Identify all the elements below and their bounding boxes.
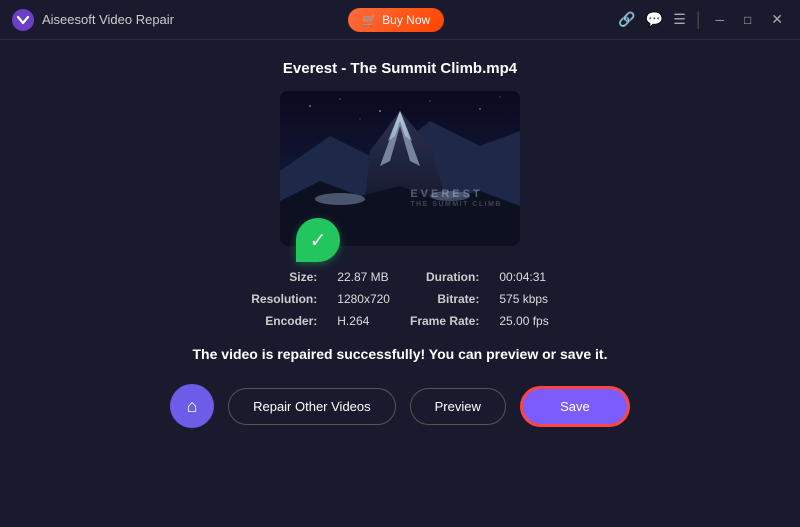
bitrate-value: 575 kbps xyxy=(499,292,548,306)
video-watermark: EVEREST THE SUMMIT CLIMB xyxy=(410,188,502,208)
framerate-value: 25.00 fps xyxy=(499,314,548,328)
menu-icon[interactable]: ☰ xyxy=(673,11,686,28)
titlebar-left: Aiseesoft Video Repair xyxy=(12,9,174,31)
repair-other-button[interactable]: Repair Other Videos xyxy=(228,388,396,425)
titlebar-center: 🛒 Buy Now xyxy=(348,8,444,32)
save-button[interactable]: Save xyxy=(520,386,630,427)
minimize-button[interactable]: ─ xyxy=(711,11,730,29)
size-value: 22.87 MB xyxy=(337,270,390,284)
home-button[interactable]: ⌂ xyxy=(170,384,214,428)
buy-now-label: Buy Now xyxy=(382,13,430,27)
resolution-label: Resolution: xyxy=(251,292,317,306)
chat-icon[interactable]: 💬 xyxy=(646,11,663,28)
encoder-value: H.264 xyxy=(337,314,390,328)
success-check-badge: ✓ xyxy=(296,218,340,262)
video-title: Everest - The Summit Climb.mp4 xyxy=(283,60,517,77)
link-icon[interactable]: 🔗 xyxy=(618,11,635,28)
cart-icon: 🛒 xyxy=(362,13,377,27)
app-logo xyxy=(12,9,34,31)
close-button[interactable]: ✕ xyxy=(766,9,788,30)
preview-button[interactable]: Preview xyxy=(410,388,506,425)
resolution-value: 1280x720 xyxy=(337,292,390,306)
duration-value: 00:04:31 xyxy=(499,270,548,284)
bitrate-label: Bitrate: xyxy=(410,292,479,306)
separator: | xyxy=(696,9,701,30)
duration-label: Duration: xyxy=(410,270,479,284)
action-bar: ⌂ Repair Other Videos Preview Save xyxy=(170,384,630,428)
video-info-grid: Size: 22.87 MB Duration: 00:04:31 Resolu… xyxy=(251,270,548,328)
maximize-button[interactable]: □ xyxy=(739,11,756,29)
size-label: Size: xyxy=(251,270,317,284)
video-thumbnail-container: EVEREST THE SUMMIT CLIMB ✓ xyxy=(280,91,520,246)
home-icon: ⌂ xyxy=(187,396,198,417)
titlebar: Aiseesoft Video Repair 🛒 Buy Now 🔗 💬 ☰ |… xyxy=(0,0,800,40)
buy-now-button[interactable]: 🛒 Buy Now xyxy=(348,8,444,32)
main-content: Everest - The Summit Climb.mp4 xyxy=(0,40,800,527)
framerate-label: Frame Rate: xyxy=(410,314,479,328)
titlebar-right: 🔗 💬 ☰ | ─ □ ✕ xyxy=(618,9,788,30)
encoder-label: Encoder: xyxy=(251,314,317,328)
success-message: The video is repaired successfully! You … xyxy=(193,346,608,362)
app-title: Aiseesoft Video Repair xyxy=(42,12,174,27)
